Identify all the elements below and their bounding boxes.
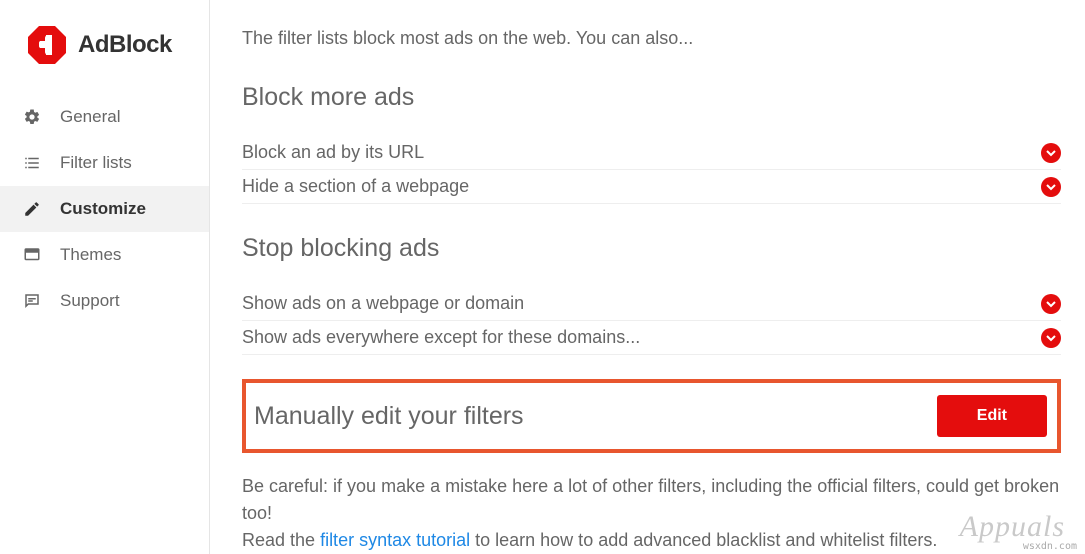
gear-icon — [22, 107, 42, 127]
brand-name: AdBlock — [78, 31, 172, 59]
warning-post: to learn how to add advanced blacklist a… — [470, 530, 937, 550]
source-watermark: wsxdn.com — [1023, 541, 1077, 552]
chevron-down-icon[interactable] — [1041, 294, 1061, 314]
chevron-down-icon[interactable] — [1041, 143, 1061, 163]
intro-text: The filter lists block most ads on the w… — [242, 28, 1061, 49]
manual-edit-heading: Manually edit your filters — [254, 402, 524, 431]
sidebar-item-themes[interactable]: Themes — [0, 232, 209, 278]
filter-syntax-link[interactable]: filter syntax tutorial — [320, 530, 470, 550]
sidebar-item-label: General — [60, 107, 120, 127]
list-icon — [22, 153, 42, 173]
row-label: Show ads on a webpage or domain — [242, 293, 1041, 314]
warning-line1: Be careful: if you make a mistake here a… — [242, 473, 1061, 527]
main-content: The filter lists block most ads on the w… — [210, 0, 1085, 554]
adblock-logo-icon — [26, 24, 68, 66]
row-label: Block an ad by its URL — [242, 142, 1041, 163]
warning-pre: Read the — [242, 530, 320, 550]
stop-blocking-heading: Stop blocking ads — [242, 234, 1061, 263]
edit-button[interactable]: Edit — [937, 395, 1047, 437]
theme-icon — [22, 245, 42, 265]
chat-icon — [22, 291, 42, 311]
row-label: Hide a section of a webpage — [242, 176, 1041, 197]
sidebar-item-label: Support — [60, 291, 120, 311]
row-hide-section[interactable]: Hide a section of a webpage — [242, 170, 1061, 204]
row-block-by-url[interactable]: Block an ad by its URL — [242, 136, 1061, 170]
block-more-heading: Block more ads — [242, 83, 1061, 112]
nav-list: General Filter lists Customize Themes — [0, 94, 209, 324]
sidebar-item-label: Themes — [60, 245, 121, 265]
chevron-down-icon[interactable] — [1041, 177, 1061, 197]
sidebar-item-general[interactable]: General — [0, 94, 209, 140]
brand-logo: AdBlock — [0, 0, 209, 94]
sidebar-item-filter-lists[interactable]: Filter lists — [0, 140, 209, 186]
sidebar-item-support[interactable]: Support — [0, 278, 209, 324]
warning-line2: Read the filter syntax tutorial to learn… — [242, 527, 1061, 554]
row-label: Show ads everywhere except for these dom… — [242, 327, 1041, 348]
sidebar: AdBlock General Filter lists Customize — [0, 0, 210, 554]
pencil-icon — [22, 199, 42, 219]
sidebar-item-label: Customize — [60, 199, 146, 219]
row-show-except-domains[interactable]: Show ads everywhere except for these dom… — [242, 321, 1061, 355]
chevron-down-icon[interactable] — [1041, 328, 1061, 348]
sidebar-item-customize[interactable]: Customize — [0, 186, 209, 232]
row-show-on-domain[interactable]: Show ads on a webpage or domain — [242, 287, 1061, 321]
sidebar-item-label: Filter lists — [60, 153, 132, 173]
manual-edit-highlight: Manually edit your filters Edit — [242, 379, 1061, 453]
